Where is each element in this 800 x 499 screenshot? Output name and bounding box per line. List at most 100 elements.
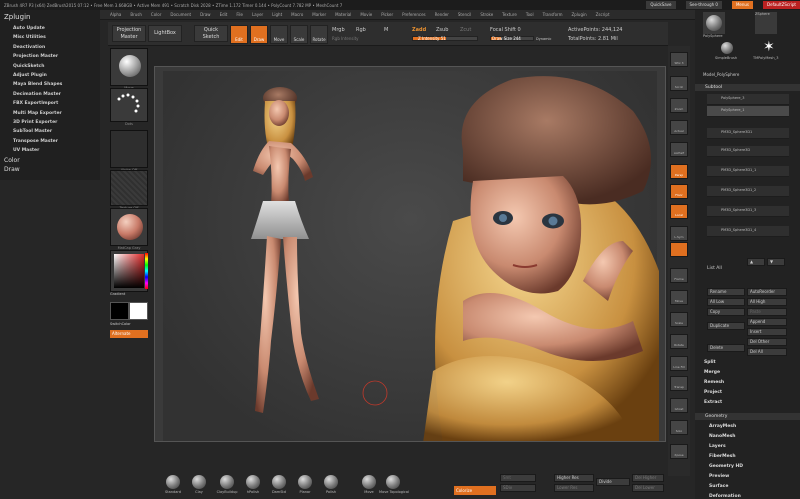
zoom-button[interactable]: Zoom bbox=[670, 98, 688, 113]
menu-item[interactable]: Zscript bbox=[596, 12, 610, 17]
plugin-item[interactable]: Auto Update bbox=[0, 24, 100, 33]
plugin-item[interactable]: Transpose Master bbox=[0, 137, 100, 146]
fibermesh-section[interactable]: FiberMesh bbox=[709, 454, 736, 459]
switch-color-button[interactable]: SwitchColor bbox=[110, 322, 148, 326]
del-higher-button[interactable]: Del Higher bbox=[632, 474, 664, 482]
menu-item[interactable]: Color bbox=[151, 12, 161, 17]
quick-sketch-button[interactable]: Quick Sketch bbox=[194, 25, 228, 42]
lower-res-button[interactable]: Lower Res bbox=[554, 484, 594, 492]
scale-view-button[interactable]: Scale bbox=[670, 312, 688, 327]
scale-button[interactable]: Scale bbox=[290, 25, 308, 44]
geometry-section[interactable]: Geometry bbox=[695, 413, 800, 420]
claybuildup-brush-icon[interactable] bbox=[220, 475, 234, 489]
texture-thumbnail[interactable] bbox=[110, 170, 148, 206]
m-toggle[interactable]: M bbox=[384, 27, 388, 33]
linefill-button[interactable]: Line Fill bbox=[670, 356, 688, 371]
geometry-hd-section[interactable]: Geometry HD bbox=[709, 464, 743, 469]
standard-brush-icon[interactable] bbox=[166, 475, 180, 489]
menu-item[interactable]: Edit bbox=[220, 12, 228, 17]
menu-item[interactable]: Light bbox=[272, 12, 282, 17]
simplebrush-icon[interactable] bbox=[721, 42, 733, 54]
menu-item[interactable]: Picker bbox=[381, 12, 393, 17]
zplugin-header[interactable]: Zplugin bbox=[0, 10, 100, 24]
star-icon[interactable]: ✶ bbox=[763, 40, 775, 54]
stroke-thumbnail[interactable] bbox=[110, 88, 148, 122]
append-button[interactable]: Append bbox=[747, 318, 787, 326]
zsub-toggle[interactable]: Zsub bbox=[436, 27, 448, 33]
edit-button[interactable]: Edit bbox=[230, 25, 248, 44]
arraymesh-section[interactable]: ArrayMesh bbox=[709, 424, 736, 429]
menu-item[interactable]: Layer bbox=[252, 12, 263, 17]
layers-section[interactable]: Layers bbox=[709, 444, 726, 449]
menu-item[interactable]: Draw bbox=[200, 12, 210, 17]
dynamic-toggle[interactable]: Dynamic bbox=[536, 37, 551, 41]
xpose-button[interactable]: Xpose bbox=[670, 444, 688, 459]
document-canvas[interactable] bbox=[154, 66, 666, 442]
subtool-row[interactable]: PM3D_Sphere3D1_1 bbox=[707, 166, 789, 177]
subtool-row[interactable]: PM3D_Sphere3D1_2 bbox=[707, 186, 789, 197]
subtool-row[interactable]: PM3D_Sphere3D1_3 bbox=[707, 206, 789, 217]
subtool-row-selected[interactable]: PolySphere_1 bbox=[707, 106, 789, 117]
lightbox-button[interactable]: LightBox bbox=[148, 25, 182, 42]
project-section[interactable]: Project bbox=[704, 390, 722, 395]
main-color-swatch[interactable] bbox=[110, 302, 129, 320]
menu-item[interactable]: Zplugin bbox=[572, 12, 587, 17]
projection-master-button[interactable]: Projection Master bbox=[112, 25, 146, 42]
menu-item[interactable]: Macro bbox=[291, 12, 303, 17]
solo-button[interactable]: Solo bbox=[670, 420, 688, 435]
spix-button[interactable]: SPix 3 bbox=[670, 52, 688, 67]
remesh-section[interactable]: Remesh bbox=[704, 380, 724, 385]
preview-section[interactable]: Preview bbox=[709, 474, 729, 479]
menus-button[interactable]: Menus bbox=[731, 1, 754, 9]
default-script-button[interactable]: DefaultZScript bbox=[763, 1, 800, 9]
rotate-button[interactable]: Rotate bbox=[310, 25, 328, 44]
move-button[interactable]: Move bbox=[270, 25, 288, 44]
arrow-down-button[interactable]: ▼ bbox=[767, 258, 785, 266]
del-other-button[interactable]: Del Other bbox=[747, 338, 787, 346]
autoreorder-button[interactable]: AutoReorder bbox=[747, 288, 787, 296]
move-topological-brush-icon[interactable] bbox=[386, 475, 400, 489]
plugin-item[interactable]: Decimation Master bbox=[0, 90, 100, 99]
insert-button[interactable]: Insert bbox=[747, 328, 787, 336]
plugin-item[interactable]: UV Master bbox=[0, 146, 100, 155]
higher-res-button[interactable]: Higher Res bbox=[554, 474, 594, 482]
color-picker[interactable] bbox=[110, 250, 148, 292]
clay-brush-icon[interactable] bbox=[192, 475, 206, 489]
duplicate-button[interactable]: Duplicate bbox=[707, 322, 745, 330]
list-all-button[interactable]: List All bbox=[707, 266, 722, 271]
del-all-button[interactable]: Del All bbox=[747, 348, 787, 356]
color-square[interactable] bbox=[114, 254, 144, 288]
rotate-view-button[interactable]: Rotate bbox=[670, 334, 688, 349]
arrow-up-button[interactable]: ▲ bbox=[747, 258, 765, 266]
planar-brush-icon[interactable] bbox=[298, 475, 312, 489]
menu-item[interactable]: Preferences bbox=[402, 12, 426, 17]
rgb-toggle[interactable]: Rgb bbox=[356, 27, 366, 33]
plugin-item[interactable]: SubTool Master bbox=[0, 127, 100, 136]
plugin-item[interactable]: QuickSketch bbox=[0, 62, 100, 71]
move-brush-icon[interactable] bbox=[362, 475, 376, 489]
draw-group[interactable]: Draw bbox=[0, 164, 100, 173]
frame-button[interactable]: Frame bbox=[670, 268, 688, 283]
delete-button[interactable]: Delete bbox=[707, 344, 745, 352]
plugin-item[interactable]: Maya Blend Shapes bbox=[0, 80, 100, 89]
focal-shift-slider[interactable]: Focal Shift 0 bbox=[490, 27, 521, 33]
smt-toggle[interactable]: Smt bbox=[500, 474, 536, 482]
subtool-row[interactable]: PM3D_Sphere3D bbox=[707, 146, 789, 157]
menu-item[interactable]: Marker bbox=[312, 12, 326, 17]
copy-button[interactable]: Copy bbox=[707, 308, 745, 316]
rgb-intensity-slider[interactable]: Rgb Intensity bbox=[332, 36, 359, 41]
colorize-button[interactable]: Colorize bbox=[454, 486, 496, 495]
scroll-button[interactable]: Scroll bbox=[670, 76, 688, 91]
polish-brush-icon[interactable] bbox=[324, 475, 338, 489]
subtool-row[interactable]: PolySphere_3 bbox=[707, 94, 789, 105]
plugin-item[interactable]: Multi Map Exporter bbox=[0, 109, 100, 118]
xyz-button[interactable] bbox=[670, 242, 688, 257]
menu-item[interactable]: Document bbox=[170, 12, 191, 17]
local-button[interactable]: Local bbox=[670, 204, 688, 219]
menu-item[interactable]: File bbox=[236, 12, 243, 17]
subtool-row[interactable]: PM3D_Sphere3D1 bbox=[707, 128, 789, 139]
floor-button[interactable]: Floor bbox=[670, 184, 688, 199]
zadd-toggle[interactable]: Zadd bbox=[412, 27, 426, 33]
hue-strip[interactable] bbox=[145, 253, 148, 289]
tool-thumb-polysphere[interactable] bbox=[703, 12, 725, 34]
